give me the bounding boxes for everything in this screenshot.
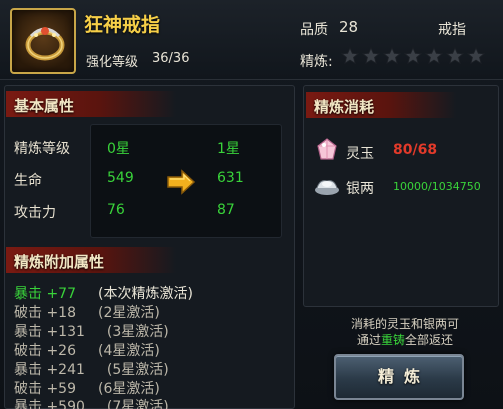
stat-next-refine-level: 1星 xyxy=(217,141,240,157)
extra-stat-unlock-note: (本次精炼激活) xyxy=(98,286,193,302)
stat-label-refine-level: 精炼等级 xyxy=(14,141,70,157)
refine-star-icon xyxy=(467,47,485,65)
extra-stat-line: 破击 +26 (4星激活) xyxy=(14,340,160,360)
refine-star-icon xyxy=(341,47,359,65)
extra-stat-value: 破击 +59 xyxy=(14,381,76,397)
refine-star-icon xyxy=(383,47,401,65)
extra-stats-title: 精炼附加属性 xyxy=(6,247,176,273)
refund-note-post: 全部返还 xyxy=(405,333,454,347)
quality-label: 品质 xyxy=(300,22,328,38)
ring-icon[interactable] xyxy=(10,8,76,74)
extra-stat-unlock-note: (4星激活) xyxy=(98,343,160,359)
extra-stat-line: 暴击 +590 (7星激活) xyxy=(14,396,169,409)
extra-stat-line: 暴击 +241 (5星激活) xyxy=(14,359,169,379)
silver-label: 银两 xyxy=(346,181,374,197)
cost-title: 精炼消耗 xyxy=(306,92,456,118)
extra-stat-unlock-note: (6星激活) xyxy=(98,381,160,397)
arrow-right-icon xyxy=(166,169,196,199)
recast-link[interactable]: 重铸 xyxy=(381,333,405,347)
silver-icon xyxy=(314,175,340,201)
refund-note-pre: 通过 xyxy=(356,333,381,347)
refine-window: 狂神戒指 强化等级 36/36 品质 28 戒指 精炼: 基本属性 精炼等级 0… xyxy=(0,0,503,409)
item-type: 戒指 xyxy=(438,22,466,38)
extra-stat-value: 暴击 +77 xyxy=(14,286,76,302)
extra-stat-line: 暴击 +131 (3星激活) xyxy=(14,321,169,341)
extra-stat-value: 暴击 +590 xyxy=(14,399,85,409)
quality-value: 28 xyxy=(339,18,359,36)
stat-label-attack: 攻击力 xyxy=(14,205,56,221)
item-name: 狂神戒指 xyxy=(84,14,161,36)
refine-star-icon xyxy=(362,47,380,65)
stat-label-hp: 生命 xyxy=(14,173,42,189)
extra-stat-line: 破击 +18 (2星激活) xyxy=(14,302,160,322)
refine-stars-label: 精炼: xyxy=(300,54,333,70)
refund-note-line-2: 通过重铸全部返还 xyxy=(312,332,498,348)
extra-stat-unlock-note: (5星激活) xyxy=(106,362,169,378)
extra-stat-unlock-note: (3星激活) xyxy=(106,324,169,340)
refine-star-icon xyxy=(446,47,464,65)
extra-stat-unlock-note: (7星激活) xyxy=(106,399,169,409)
stat-next-hp: 631 xyxy=(217,170,244,186)
refine-stars xyxy=(341,47,485,65)
refine-star-icon xyxy=(404,47,422,65)
extra-stat-unlock-note: (2星激活) xyxy=(98,305,160,321)
jade-icon xyxy=(314,137,340,163)
refund-note-line-1: 消耗的灵玉和银两可 xyxy=(350,317,459,331)
refine-button[interactable]: 精炼 xyxy=(334,354,464,400)
extra-stat-value: 破击 +26 xyxy=(14,343,76,359)
stat-current-hp: 549 xyxy=(107,170,134,186)
extra-stat-line: 暴击 +77 (本次精炼激活) xyxy=(14,283,193,303)
base-stats-title: 基本属性 xyxy=(6,91,176,117)
jade-cost-value: 80/68 xyxy=(393,142,438,158)
stat-current-refine-level: 0星 xyxy=(107,141,130,157)
enhance-level-value: 36/36 xyxy=(152,51,190,66)
refine-star-icon xyxy=(425,47,443,65)
extra-stat-line: 破击 +59 (6星激活) xyxy=(14,378,160,398)
refund-note: 消耗的灵玉和银两可 通过重铸全部返还 xyxy=(312,316,498,348)
extra-stat-value: 破击 +18 xyxy=(14,305,76,321)
extra-stat-value: 暴击 +241 xyxy=(14,362,85,378)
stat-next-attack: 87 xyxy=(217,202,235,218)
silver-cost-value: 10000/1034750 xyxy=(393,180,481,193)
stat-current-attack: 76 xyxy=(107,202,125,218)
jade-label: 灵玉 xyxy=(346,146,374,162)
enhance-level-label: 强化等级 xyxy=(86,55,139,70)
extra-stat-value: 暴击 +131 xyxy=(14,324,85,340)
